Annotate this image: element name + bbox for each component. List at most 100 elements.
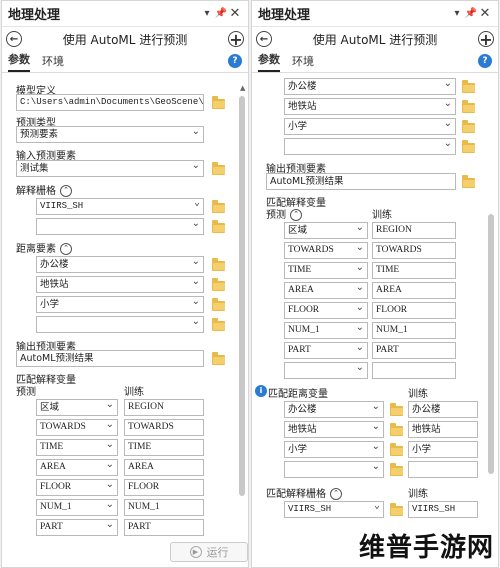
match-pred-select[interactable]: [284, 362, 368, 379]
match-pred-select[interactable]: TOWARDS: [36, 419, 118, 436]
collapse-icon[interactable]: ⌃: [60, 243, 72, 255]
collapse-icon[interactable]: ⌃: [330, 488, 342, 500]
folder-icon[interactable]: [212, 220, 225, 233]
folder-icon[interactable]: [212, 352, 225, 365]
folder-icon[interactable]: [462, 120, 475, 133]
match-train-field[interactable]: TIME: [124, 439, 204, 456]
match-pred-select[interactable]: 区域: [36, 399, 118, 416]
close-icon[interactable]: ✕: [478, 6, 492, 21]
folder-icon[interactable]: [212, 258, 225, 271]
match-train-field[interactable]: REGION: [372, 222, 456, 239]
distance-select-4[interactable]: [36, 316, 204, 333]
match-pred-select[interactable]: AREA: [284, 282, 368, 299]
scrollbar-thumb[interactable]: [239, 96, 245, 496]
match-distance-train-field[interactable]: 办公楼: [408, 401, 478, 418]
match-train-field[interactable]: FLOOR: [124, 479, 204, 496]
folder-icon[interactable]: [212, 278, 225, 291]
match-train-field[interactable]: [372, 362, 456, 379]
folder-icon[interactable]: [212, 200, 225, 213]
folder-icon[interactable]: [212, 318, 225, 331]
folder-icon[interactable]: [390, 503, 403, 516]
match-train-field[interactable]: REGION: [124, 399, 204, 416]
match-raster-train-field[interactable]: VIIRS_SH: [408, 501, 478, 518]
folder-icon[interactable]: [390, 423, 403, 436]
model-definition-input[interactable]: C:\Users\admin\Documents\GeoScene\: [16, 94, 204, 111]
match-pred-select[interactable]: FLOOR: [284, 302, 368, 319]
match-train-field[interactable]: TOWARDS: [372, 242, 456, 259]
match-train-field[interactable]: PART: [372, 342, 456, 359]
back-icon[interactable]: ←: [256, 31, 272, 47]
distance-select-2[interactable]: 地铁站: [36, 276, 204, 293]
folder-icon[interactable]: [390, 403, 403, 416]
menu-dropdown-icon[interactable]: ▾: [200, 8, 214, 19]
close-icon[interactable]: ✕: [228, 6, 242, 21]
match-distance-train-field[interactable]: 地铁站: [408, 421, 478, 438]
output-features-input[interactable]: AutoML预测结果: [16, 350, 204, 367]
folder-icon[interactable]: [212, 96, 225, 109]
info-icon[interactable]: i: [255, 385, 267, 397]
folder-icon[interactable]: [212, 298, 225, 311]
match-distance-train-field[interactable]: [408, 461, 478, 478]
scroll-up-icon[interactable]: ▲: [240, 84, 245, 92]
output-features-input[interactable]: AutoML预测结果: [266, 173, 456, 190]
tab-parameters[interactable]: 参数: [8, 51, 30, 72]
pin-icon[interactable]: 📌: [464, 8, 478, 19]
pin-icon[interactable]: 📌: [214, 8, 228, 19]
distance-select-1[interactable]: 办公楼: [284, 78, 456, 95]
back-icon[interactable]: ←: [6, 31, 22, 47]
match-train-field[interactable]: TIME: [372, 262, 456, 279]
distance-select-4[interactable]: [284, 138, 456, 155]
match-pred-select[interactable]: TIME: [36, 439, 118, 456]
tab-parameters[interactable]: 参数: [258, 51, 280, 72]
match-pred-select[interactable]: TIME: [284, 262, 368, 279]
folder-icon[interactable]: [462, 100, 475, 113]
match-distance-select[interactable]: 小学: [284, 441, 384, 458]
run-button[interactable]: ▶ 运行: [170, 542, 248, 562]
match-distance-train-field[interactable]: 小学: [408, 441, 478, 458]
scrollbar-thumb[interactable]: [488, 214, 494, 474]
add-icon[interactable]: +: [478, 30, 494, 49]
tab-environments[interactable]: 环境: [292, 53, 314, 72]
match-train-field[interactable]: TOWARDS: [124, 419, 204, 436]
distance-select-1[interactable]: 办公楼: [36, 256, 204, 273]
match-pred-select[interactable]: TOWARDS: [284, 242, 368, 259]
input-features-select[interactable]: 测试集: [16, 160, 204, 177]
match-pred-select[interactable]: AREA: [36, 459, 118, 476]
folder-icon[interactable]: [390, 463, 403, 476]
match-train-field[interactable]: FLOOR: [372, 302, 456, 319]
folder-icon[interactable]: [212, 162, 225, 175]
match-pred-select[interactable]: FLOOR: [36, 479, 118, 496]
folder-icon[interactable]: [462, 175, 475, 188]
collapse-icon[interactable]: ⌃: [290, 209, 302, 221]
match-pred-select[interactable]: NUM_1: [36, 499, 118, 516]
match-train-field[interactable]: PART: [124, 519, 204, 536]
add-icon[interactable]: +: [228, 30, 244, 49]
match-pred-select[interactable]: PART: [284, 342, 368, 359]
raster-select-2[interactable]: [36, 218, 204, 235]
folder-icon[interactable]: [390, 443, 403, 456]
match-train-field[interactable]: AREA: [124, 459, 204, 476]
raster-select-1[interactable]: VIIRS_SH: [36, 198, 204, 215]
match-train-field[interactable]: NUM_1: [124, 499, 204, 516]
match-train-field[interactable]: AREA: [372, 282, 456, 299]
pane-titlebar: 地理处理 ▾ 📌 ✕: [252, 1, 498, 27]
match-train-field[interactable]: NUM_1: [372, 322, 456, 339]
prediction-type-select[interactable]: 预测要素: [16, 126, 204, 143]
match-raster-select[interactable]: VIIRS_SH: [284, 501, 384, 518]
distance-select-2[interactable]: 地铁站: [284, 98, 456, 115]
tab-environments[interactable]: 环境: [42, 53, 64, 72]
match-distance-select[interactable]: 办公楼: [284, 401, 384, 418]
match-pred-select[interactable]: NUM_1: [284, 322, 368, 339]
folder-icon[interactable]: [462, 140, 475, 153]
menu-dropdown-icon[interactable]: ▾: [450, 8, 464, 19]
match-distance-select[interactable]: [284, 461, 384, 478]
help-icon[interactable]: ?: [228, 54, 242, 68]
match-pred-select[interactable]: 区域: [284, 222, 368, 239]
distance-select-3[interactable]: 小学: [36, 296, 204, 313]
help-icon[interactable]: ?: [478, 54, 492, 68]
folder-icon[interactable]: [462, 80, 475, 93]
collapse-icon[interactable]: ⌃: [60, 185, 72, 197]
match-pred-select[interactable]: PART: [36, 519, 118, 536]
distance-select-3[interactable]: 小学: [284, 118, 456, 135]
match-distance-select[interactable]: 地铁站: [284, 421, 384, 438]
